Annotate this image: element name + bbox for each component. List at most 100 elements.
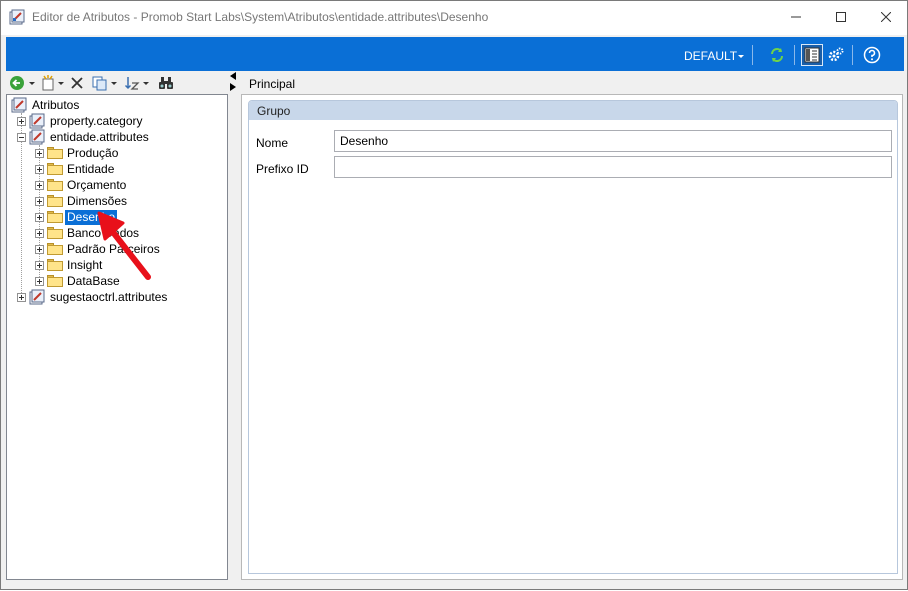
toolbar-separator xyxy=(752,45,753,65)
sort-icon xyxy=(124,77,140,90)
tree-item-producao[interactable]: Produção xyxy=(35,145,120,161)
expand-icon[interactable] xyxy=(35,212,44,222)
panel-splitter[interactable] xyxy=(229,71,237,101)
expand-icon[interactable] xyxy=(35,228,44,238)
nome-label: Nome xyxy=(256,136,289,150)
attributes-file-icon xyxy=(29,129,45,145)
tree-root[interactable]: Atributos xyxy=(11,97,81,113)
folder-icon xyxy=(47,275,63,287)
expand-icon[interactable] xyxy=(35,148,44,158)
attributes-file-icon xyxy=(29,113,45,129)
refresh-icon xyxy=(771,48,783,62)
tree-item-sugestaoctrl-attributes[interactable]: sugestaoctrl.attributes xyxy=(17,289,169,305)
tree-item-label: Produção xyxy=(67,145,119,160)
collapse-icon[interactable] xyxy=(17,132,26,142)
tab-principal[interactable]: Principal xyxy=(249,77,295,91)
toolbar-separator xyxy=(852,45,853,65)
tree-item-label: property.category xyxy=(50,113,143,128)
chevron-down-icon xyxy=(738,55,744,58)
new-item-icon xyxy=(42,75,54,91)
tree-item-label: Entidade xyxy=(67,161,115,176)
tree-item-label-selected: Desenho xyxy=(65,209,118,225)
window-title: Editor de Atributos - Promob Start Labs\… xyxy=(32,10,489,24)
delete-icon xyxy=(71,77,83,89)
expand-icon[interactable] xyxy=(35,180,44,190)
tree-item-insight[interactable]: Insight xyxy=(35,257,104,273)
back-icon xyxy=(10,76,24,90)
expand-icon[interactable] xyxy=(35,276,44,286)
tree-item-entidade-attributes[interactable]: entidade.attributes xyxy=(17,129,151,145)
close-button[interactable] xyxy=(863,1,908,33)
maximize-button[interactable] xyxy=(818,1,864,33)
tree-root-label: Atributos xyxy=(32,97,80,112)
dropdown-arrow-icon xyxy=(29,82,35,85)
help-icon xyxy=(863,46,881,64)
folder-icon xyxy=(47,195,63,207)
profile-dropdown[interactable]: DEFAULT xyxy=(684,49,737,63)
tree-item-label: Banco Dados xyxy=(67,225,140,240)
tree-item-label: DataBase xyxy=(67,273,120,288)
find-button[interactable] xyxy=(158,74,174,92)
copy-button[interactable] xyxy=(92,74,118,92)
title-bar: Editor de Atributos - Promob Start Labs\… xyxy=(1,1,907,35)
attributes-app-icon xyxy=(9,9,25,25)
tree-item-property-category[interactable]: property.category xyxy=(17,113,145,129)
dropdown-arrow-icon xyxy=(111,82,117,85)
tree-item-entidade[interactable]: Entidade xyxy=(35,161,116,177)
command-bar: DEFAULT xyxy=(6,37,904,71)
attributes-file-icon xyxy=(29,289,45,305)
tree-item-padrao-parceiros[interactable]: Padrão Parceiros xyxy=(35,241,162,257)
expand-icon[interactable] xyxy=(35,196,44,206)
expand-icon[interactable] xyxy=(35,244,44,254)
properties-view-icon xyxy=(804,47,820,63)
prefixo-id-label: Prefixo ID xyxy=(256,162,309,176)
tree-item-database[interactable]: DataBase xyxy=(35,273,122,289)
tree-toolbar xyxy=(6,72,228,94)
dropdown-arrow-icon xyxy=(143,82,149,85)
tree-item-label: Padrão Parceiros xyxy=(67,241,160,256)
settings-icon xyxy=(828,47,844,62)
tree-item-label: Dimensões xyxy=(67,193,128,208)
attributes-tree: Atributos property.category entidade.att… xyxy=(6,94,228,580)
group-header: Grupo xyxy=(249,101,897,120)
tree-item-banco-dados[interactable]: Banco Dados xyxy=(35,225,141,241)
sort-button[interactable] xyxy=(124,74,150,92)
tree-item-dimensoes[interactable]: Dimensões xyxy=(35,193,129,209)
tree-item-orcamento[interactable]: Orçamento xyxy=(35,177,128,193)
group-box: Grupo Nome Prefixo ID xyxy=(248,100,898,574)
expand-icon[interactable] xyxy=(17,292,26,302)
folder-icon xyxy=(47,163,63,175)
properties-panel: Grupo Nome Prefixo ID xyxy=(241,94,903,580)
expand-icon[interactable] xyxy=(35,260,44,270)
copy-icon xyxy=(92,76,107,91)
refresh-button[interactable] xyxy=(766,44,788,66)
minimize-button[interactable] xyxy=(773,1,819,33)
folder-icon xyxy=(47,243,63,255)
settings-button[interactable] xyxy=(825,44,847,66)
properties-view-button[interactable] xyxy=(801,44,823,66)
folder-icon xyxy=(47,259,63,271)
help-button[interactable] xyxy=(861,44,883,66)
delete-button[interactable] xyxy=(70,74,84,92)
editor-window: Editor de Atributos - Promob Start Labs\… xyxy=(0,0,908,590)
folder-icon xyxy=(47,179,63,191)
tree-item-label: entidade.attributes xyxy=(50,129,149,144)
new-item-button[interactable] xyxy=(40,74,65,92)
tree-item-label: Orçamento xyxy=(67,177,127,192)
expand-icon[interactable] xyxy=(35,164,44,174)
prefixo-id-field[interactable] xyxy=(334,156,892,178)
nome-field[interactable] xyxy=(334,130,892,152)
folder-icon xyxy=(47,211,63,223)
folder-icon xyxy=(47,227,63,239)
folder-icon xyxy=(47,147,63,159)
tree-item-desenho[interactable]: Desenho xyxy=(35,209,118,225)
tree-item-label: Insight xyxy=(67,257,103,272)
tree-item-label: sugestaoctrl.attributes xyxy=(50,289,168,304)
expand-icon[interactable] xyxy=(17,116,26,126)
attributes-root-icon xyxy=(11,97,27,113)
dropdown-arrow-icon xyxy=(58,82,64,85)
toolbar-separator xyxy=(794,45,795,65)
back-button[interactable] xyxy=(9,74,36,92)
properties-header: Principal xyxy=(241,72,903,94)
binoculars-icon xyxy=(159,77,173,89)
